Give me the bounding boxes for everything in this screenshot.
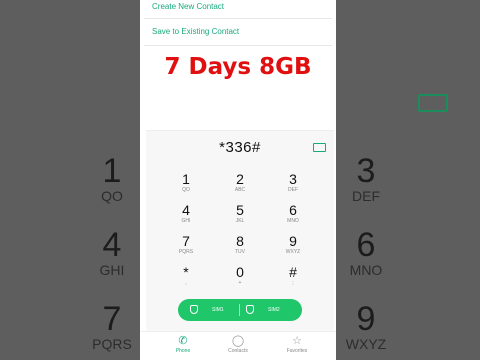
- key-letters: DEF: [288, 187, 298, 193]
- key-digit: 9: [289, 233, 297, 249]
- key-letters: +: [238, 280, 242, 286]
- tab-phone[interactable]: ✆ Phone: [153, 332, 213, 354]
- key-letters: TUV: [235, 249, 245, 255]
- dial-key-2[interactable]: 2 ABC: [220, 171, 260, 194]
- key-letters: WXYZ: [285, 249, 301, 255]
- key-digit: 5: [236, 202, 244, 218]
- key-digit: 4: [182, 202, 190, 218]
- call-bar: SIM1 SIM2: [178, 299, 302, 321]
- bg-key-digit: 6: [356, 226, 376, 264]
- phone-screen: Create New Contact Save to Existing Cont…: [140, 0, 336, 360]
- save-to-existing-contact-option[interactable]: Save to Existing Contact: [140, 19, 336, 45]
- bg-key-7: 7 PQRS: [82, 302, 142, 352]
- key-letters: MNO: [287, 218, 299, 224]
- bg-key-9: 9 WXYZ: [336, 302, 396, 352]
- bottom-tab-bar: ✆ Phone ◯ Contacts ☆ Favorites: [140, 331, 336, 360]
- bg-backspace-icon: [418, 94, 448, 112]
- call-sim2-button[interactable]: SIM2: [268, 299, 280, 321]
- dial-key-4[interactable]: 4 GHI: [166, 202, 206, 225]
- key-digit: 7: [182, 233, 190, 249]
- key-letters: QO: [182, 187, 190, 193]
- bg-key-1: 1 QO: [82, 154, 142, 204]
- key-digit: 6: [289, 202, 297, 218]
- bg-key-digit: 1: [102, 152, 122, 190]
- bg-key-letters: PQRS: [92, 336, 132, 352]
- bg-key-4: 4 GHI: [82, 228, 142, 278]
- bg-key-letters: DEF: [352, 188, 380, 204]
- divider: [144, 45, 332, 46]
- promo-overlay-text: 7 Days 8GB: [164, 54, 312, 80]
- key-digit: 0: [236, 264, 244, 280]
- phone-icon: ✆: [178, 335, 188, 347]
- tab-label: Phone: [175, 348, 191, 354]
- star-icon: ☆: [292, 335, 302, 347]
- key-letters: ABC: [234, 187, 246, 193]
- key-letters: PQRS: [178, 249, 194, 255]
- dial-key-7[interactable]: 7 PQRS: [166, 233, 206, 256]
- bg-key-digit: 7: [102, 300, 122, 338]
- create-new-contact-option[interactable]: Create New Contact: [140, 0, 336, 18]
- bg-key-3: 3 DEF: [336, 154, 396, 204]
- key-digit: 3: [289, 171, 297, 187]
- tab-label: Contacts: [228, 348, 248, 354]
- bg-key-letters: GHI: [99, 262, 125, 278]
- divider: [239, 304, 240, 316]
- dial-key-1[interactable]: 1 QO: [166, 171, 206, 194]
- key-letters: GHI: [181, 218, 191, 224]
- key-digit: 2: [236, 171, 244, 187]
- phone-icon: [246, 305, 254, 314]
- dial-key-5[interactable]: 5 JKL: [220, 202, 260, 225]
- tab-label: Favorites: [286, 348, 308, 354]
- dial-key-8[interactable]: 8 TUV: [220, 233, 260, 256]
- bg-key-digit: 4: [102, 226, 122, 264]
- bg-key-6: 6 MNO: [336, 228, 396, 278]
- tab-favorites[interactable]: ☆ Favorites: [267, 332, 327, 354]
- key-digit: #: [289, 264, 297, 280]
- key-digit: *: [183, 264, 189, 280]
- phone-icon: [190, 305, 198, 314]
- key-letters: ;: [292, 280, 294, 286]
- bg-key-letters: WXYZ: [345, 336, 387, 352]
- dial-key-9[interactable]: 9 WXYZ: [273, 233, 313, 256]
- dialed-number[interactable]: *336#: [146, 139, 334, 156]
- backspace-icon[interactable]: [313, 143, 326, 152]
- dial-pad: *336# 1 QO 2 ABC 3 DEF 4 GHI 5 JKL 6 MNO 7 PQRS…: [146, 130, 334, 360]
- key-digit: 8: [236, 233, 244, 249]
- bg-key-digit: 3: [356, 152, 376, 190]
- key-letters: JKL: [235, 218, 245, 224]
- dial-key-3[interactable]: 3 DEF: [273, 171, 313, 194]
- key-digit: 1: [182, 171, 190, 187]
- call-sim1-button[interactable]: SIM1: [212, 299, 224, 321]
- bg-key-letters: QO: [101, 188, 123, 204]
- dial-key-hash[interactable]: #;: [273, 264, 313, 287]
- dial-key-0[interactable]: 0 +: [220, 264, 260, 287]
- tab-contacts[interactable]: ◯ Contacts: [208, 332, 268, 354]
- dial-key-star[interactable]: *,: [166, 264, 206, 287]
- key-letters: ,: [185, 280, 187, 286]
- dial-key-6[interactable]: 6 MNO: [273, 202, 313, 225]
- bg-key-letters: MNO: [349, 262, 383, 278]
- bg-key-digit: 9: [356, 300, 376, 338]
- person-icon: ◯: [231, 335, 245, 347]
